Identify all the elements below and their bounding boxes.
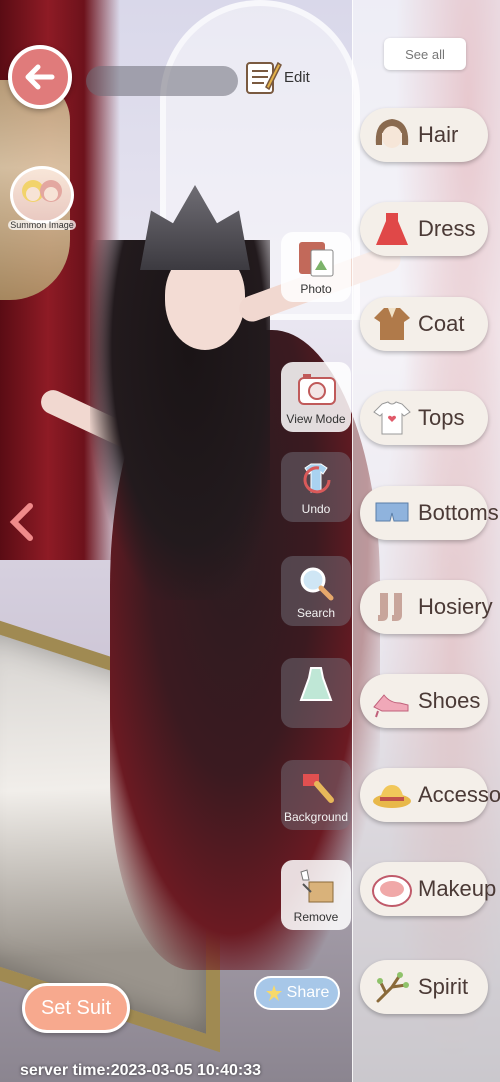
category-tops[interactable]: Tops [360,391,488,445]
category-spirit[interactable]: Spirit [360,960,488,1014]
bottoms-icon [375,502,409,522]
hosiery-icon [378,593,402,621]
search-button[interactable]: Search [281,556,351,626]
suit-name-field[interactable] [86,66,238,96]
photo-button[interactable]: Photo [281,232,351,302]
summon-avatar [10,166,74,224]
back-arrow-icon [25,64,55,90]
undo-shirt-icon [303,463,331,494]
search-label: Search [296,606,336,620]
category-label: Shoes [418,688,481,713]
edit-label: Edit [284,68,310,86]
summon-image-label: Summon Image [8,220,76,230]
share-label: Share [286,984,330,1001]
category-label: Bottoms [418,500,499,525]
server-time: server time:2023-03-05 10:40:33 [20,1062,262,1079]
accessory-icon [373,785,411,808]
outfit-button[interactable] [281,658,351,728]
chevron-left-icon [9,503,33,541]
back-button[interactable] [8,45,72,109]
category-panel [352,0,500,1082]
category-bottoms[interactable]: Bottoms [360,486,499,540]
background-label: Background [283,810,349,824]
tops-icon [373,401,411,435]
makeup-icon [372,875,412,907]
category-accessory[interactable]: Accessory [360,768,500,822]
undo-button[interactable]: Undo [281,452,351,522]
background-button[interactable]: Background [281,760,351,830]
dress-outline-icon [299,667,333,701]
view-mode-label: View Mode [286,412,346,426]
share-button[interactable]: Share [254,976,340,1010]
category-label: Dress [418,216,476,241]
camera-icon [298,374,336,405]
category-shoes[interactable]: Shoes [360,674,488,728]
edit-button[interactable]: Edit [244,57,310,97]
category-dress[interactable]: Dress [360,202,488,256]
photo-album-icon [299,242,334,277]
paintbrush-icon [303,774,334,803]
category-label: Spirit [418,974,469,999]
notepad-pencil-icon [246,61,282,94]
category-label: Coat [418,311,465,336]
hair-icon [375,119,409,148]
set-suit-button[interactable]: Set Suit [22,983,130,1033]
view-mode-button[interactable]: View Mode [281,362,351,432]
undo-label: Undo [301,502,331,516]
spirit-icon [376,972,409,1003]
category-makeup[interactable]: Makeup [360,862,496,916]
summon-image-button[interactable]: Summon Image [8,166,76,238]
category-hosiery[interactable]: Hosiery [360,580,493,634]
remove-button[interactable]: Remove [281,860,351,930]
category-coat[interactable]: Coat [360,297,488,351]
box-remove-icon [300,869,334,903]
shoes-icon [373,694,409,718]
star-icon [265,985,282,1001]
category-label: Hair [418,122,459,147]
category-label: Makeup [418,876,497,901]
category-label: Tops [418,405,465,430]
photo-label: Photo [300,282,332,296]
two-girls-icon [22,180,62,202]
remove-label: Remove [293,910,339,924]
search-icon [300,567,334,601]
dress-icon [376,213,408,245]
previous-arrow[interactable] [6,500,40,544]
see-all-button[interactable]: See all [384,38,466,70]
category-label: Accessory [418,782,500,807]
category-hair[interactable]: Hair [360,108,488,162]
category-label: Hosiery [418,594,493,619]
coat-icon [374,308,410,340]
